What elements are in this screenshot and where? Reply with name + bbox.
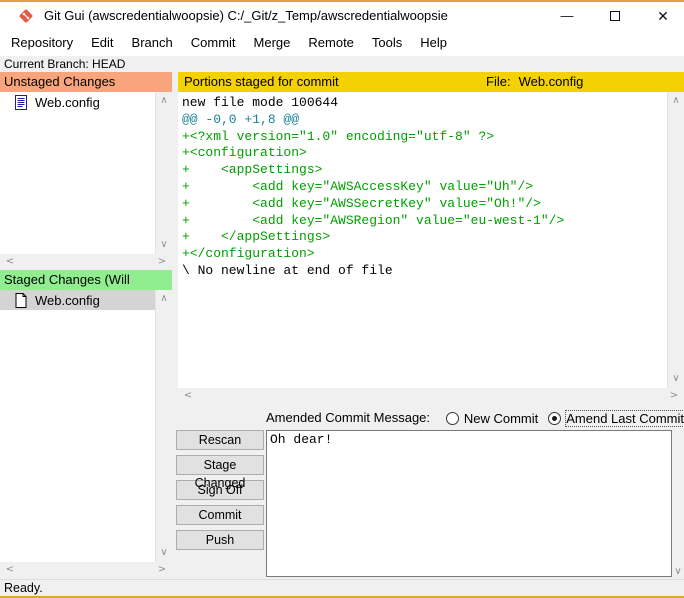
close-icon: ✕ <box>657 8 669 24</box>
action-button[interactable]: Push <box>176 530 264 550</box>
diff-line-text: + <add key="AWSAccessKey" value="Uh"/> <box>182 178 534 194</box>
commit-message-label: Amended Commit Message: <box>266 410 431 425</box>
commit-message-text: Oh dear! <box>270 432 333 447</box>
new-file-icon <box>15 292 27 308</box>
diff-line: + </appSettings> <box>182 229 667 246</box>
diff-view[interactable]: new file mode 100644 @@ -0,0 +1,8 @@ +<?… <box>178 92 684 388</box>
staged-vertical-scrollbar[interactable]: ∧ ∨ <box>155 290 172 562</box>
commit-message-input[interactable]: Oh dear! <box>266 430 672 577</box>
action-button[interactable]: Stage Changed <box>176 455 264 490</box>
modified-file-icon <box>15 94 27 110</box>
minimize-icon: — <box>560 8 574 23</box>
radio-on-icon[interactable] <box>548 411 562 425</box>
menu-item[interactable]: Help <box>411 30 456 56</box>
current-branch-label: Current Branch: HEAD <box>4 57 126 71</box>
unstaged-horizontal-scrollbar[interactable]: < > <box>0 254 172 270</box>
scroll-down-icon[interactable]: ∨ <box>156 237 172 253</box>
scroll-left-icon[interactable]: < <box>2 254 18 270</box>
diff-line-text: +<?xml version="1.0" encoding="utf-8" ?> <box>182 128 495 144</box>
diff-line-text: + </appSettings> <box>182 229 331 245</box>
diff-line: new file mode 100644 <box>182 95 667 112</box>
diff-line-text: \ No newline at end of file <box>182 262 393 278</box>
status-text: Ready. <box>4 581 43 595</box>
staged-horizontal-scrollbar[interactable]: < > <box>0 562 172 578</box>
scroll-up-icon[interactable]: ∧ <box>668 93 684 109</box>
scroll-down-icon[interactable]: ∨ <box>672 566 684 577</box>
menu-item[interactable]: Remote <box>299 30 363 56</box>
diff-line-text: @@ -0,0 +1,8 @@ <box>182 111 300 127</box>
new-commit-radio-label: New Commit <box>463 410 539 426</box>
menu-item[interactable]: Branch <box>123 30 182 56</box>
maximize-icon <box>610 10 620 21</box>
menu-item[interactable]: Merge <box>245 30 300 56</box>
unstaged-file-row[interactable]: Web.config <box>0 92 155 112</box>
scroll-down-icon[interactable]: ∨ <box>156 545 172 561</box>
diff-text: new file mode 100644 @@ -0,0 +1,8 @@ +<?… <box>178 92 667 388</box>
file-name: Web.config <box>35 94 100 110</box>
diff-horizontal-scrollbar[interactable]: < > <box>178 388 684 404</box>
close-button[interactable]: ✕ <box>646 2 680 30</box>
diff-line-text: + <appSettings> <box>182 162 323 178</box>
diff-file-name: Web.config <box>518 74 584 89</box>
diff-line: +<?xml version="1.0" encoding="utf-8" ?> <box>182 129 667 146</box>
diff-line: + <add key="AWSRegion" value="eu-west-1"… <box>182 213 667 230</box>
diff-line: + <add key="AWSSecretKey" value="Oh!"/> <box>182 196 667 213</box>
minimize-button[interactable]: — <box>550 2 584 30</box>
menu-bar: Repository Edit Branch Commit Merge Remote Too… <box>0 30 684 56</box>
diff-line-text: +<configuration> <box>182 145 307 161</box>
commit-message-scrollbar[interactable]: ∨ <box>672 430 684 577</box>
current-branch-bar: Current Branch: HEAD <box>0 56 684 72</box>
title-bar: Git Gui (awscredentialwoopsie) C:/_Git/z… <box>0 2 684 30</box>
menu-item[interactable]: Edit <box>82 30 122 56</box>
amend-last-commit-radio[interactable]: Amend Last Commit <box>548 409 684 427</box>
commit-type-radio-group: New Commit Amend Last Commit <box>445 408 684 428</box>
action-button[interactable]: Rescan <box>176 430 264 450</box>
diff-line-text: new file mode 100644 <box>182 95 339 110</box>
action-button[interactable]: Commit <box>176 505 264 525</box>
status-bar: Ready. <box>0 579 684 596</box>
file-name: Web.config <box>35 292 100 308</box>
diff-line: \ No newline at end of file <box>182 263 667 280</box>
diff-header-title: Portions staged for commit <box>184 74 339 89</box>
diff-line-text: +</configuration> <box>182 246 315 262</box>
scroll-left-icon[interactable]: < <box>180 388 196 404</box>
scroll-down-icon[interactable]: ∨ <box>668 371 684 387</box>
git-app-icon <box>19 9 33 23</box>
scroll-up-icon[interactable]: ∧ <box>156 93 172 109</box>
staged-changes-header: Staged Changes (Will Commit) <box>0 270 172 307</box>
commit-message-header: Amended Commit Message: New Commit Amend… <box>178 408 684 428</box>
scroll-right-icon[interactable]: > <box>154 562 170 578</box>
unstaged-changes-header: Unstaged Changes <box>0 72 172 92</box>
unstaged-file-list: Web.config ∧ ∨ <box>0 92 172 254</box>
menu-item[interactable]: Tools <box>363 30 411 56</box>
radio-off-icon[interactable] <box>445 411 459 425</box>
diff-line: @@ -0,0 +1,8 @@ <box>182 112 667 129</box>
amend-last-commit-radio-label: Amend Last Commit <box>565 409 684 427</box>
staged-file-row[interactable]: Web.config <box>0 290 155 310</box>
new-commit-radio[interactable]: New Commit <box>445 410 539 426</box>
action-button[interactable]: Sign Off <box>176 480 264 500</box>
diff-vertical-scrollbar[interactable]: ∧ ∨ <box>667 92 684 388</box>
menu-item[interactable]: Commit <box>182 30 245 56</box>
menu-item[interactable]: Repository <box>2 30 82 56</box>
unstaged-vertical-scrollbar[interactable]: ∧ ∨ <box>155 92 172 254</box>
scroll-up-icon[interactable]: ∧ <box>156 291 172 307</box>
diff-line: +</configuration> <box>182 246 667 263</box>
git-gui-window: Git Gui (awscredentialwoopsie) C:/_Git/z… <box>0 0 684 598</box>
diff-line: +<configuration> <box>182 145 667 162</box>
scroll-left-icon[interactable]: < <box>2 562 18 578</box>
diff-file-label: File: <box>486 74 511 89</box>
staged-file-list: Web.config ∧ ∨ <box>0 290 172 562</box>
diff-line: + <add key="AWSAccessKey" value="Uh"/> <box>182 179 667 196</box>
scroll-right-icon[interactable]: > <box>154 254 170 270</box>
diff-header: Portions staged for commit File: Web.con… <box>178 72 684 92</box>
diff-line-text: + <add key="AWSSecretKey" value="Oh!"/> <box>182 195 541 211</box>
action-button-column: Rescan Stage ChangedSign Off Commit Push <box>176 430 264 555</box>
diff-line-text: + <add key="AWSRegion" value="eu-west-1"… <box>182 212 565 228</box>
diff-line: + <appSettings> <box>182 162 667 179</box>
window-title: Git Gui (awscredentialwoopsie) C:/_Git/z… <box>44 8 448 23</box>
scroll-right-icon[interactable]: > <box>666 388 682 404</box>
maximize-button[interactable] <box>598 2 632 30</box>
